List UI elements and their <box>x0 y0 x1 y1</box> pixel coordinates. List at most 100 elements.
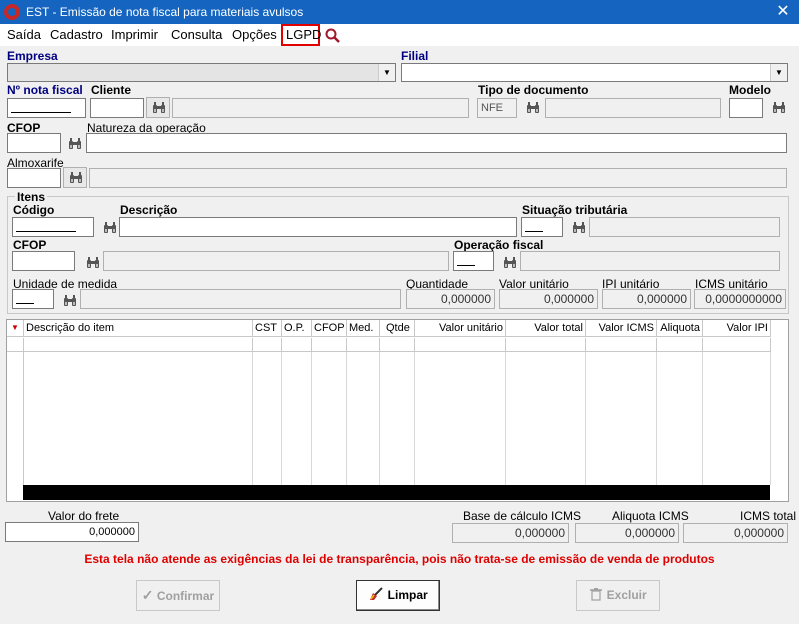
col-descricao[interactable]: Descrição do item <box>24 320 253 337</box>
ipi-unitario-field[interactable]: 0,000000 <box>602 289 691 309</box>
col-cfop[interactable]: CFOP <box>312 320 347 337</box>
situacao-tributaria-input[interactable] <box>521 217 563 237</box>
icms-unitario-field[interactable]: 0,0000000000 <box>694 289 786 309</box>
valor-frete-label: Valor do frete <box>48 509 120 523</box>
grid-column-line <box>282 352 312 485</box>
binoculars-icon[interactable] <box>103 222 117 234</box>
sort-down-icon[interactable]: ▼ <box>7 320 24 337</box>
confirmar-button[interactable]: ✓ Confirmar <box>136 580 220 611</box>
menu-lgpd[interactable]: LGPD <box>281 24 321 46</box>
cliente-code-input[interactable] <box>90 98 144 118</box>
filial-select[interactable]: ▼ <box>401 63 788 82</box>
col-valor-unitario[interactable]: Valor unitário <box>415 320 506 337</box>
operacao-fiscal-label: Operação fiscal <box>454 238 544 252</box>
binoculars-icon[interactable] <box>572 222 586 234</box>
chevron-down-icon[interactable]: ▼ <box>770 64 787 81</box>
cliente-label: Cliente <box>91 83 132 97</box>
operacao-fiscal-input[interactable] <box>453 251 494 271</box>
tipo-documento-desc <box>545 98 721 118</box>
menu-saida[interactable]: Saída <box>7 27 41 42</box>
cliente-search-button[interactable] <box>146 97 170 118</box>
menu-consulta[interactable]: Consulta <box>171 27 222 42</box>
grid-column-line <box>312 352 347 485</box>
excluir-label: Excluir <box>606 588 647 602</box>
grid-column-line <box>506 352 586 485</box>
codigo-input[interactable] <box>12 217 94 237</box>
valor-unitario-field[interactable]: 0,000000 <box>499 289 598 309</box>
almoxarife-search-button[interactable] <box>63 167 87 188</box>
table-cell[interactable] <box>415 338 506 352</box>
cliente-name-field <box>172 98 469 118</box>
excluir-button[interactable]: Excluir <box>576 580 660 611</box>
table-row[interactable] <box>24 338 253 352</box>
icms-total-label: ICMS total <box>740 509 797 523</box>
col-op[interactable]: O.P. <box>282 320 312 337</box>
itens-cfop-input[interactable] <box>12 251 75 271</box>
grid-column-line <box>586 352 657 485</box>
tipo-documento-label: Tipo de documento <box>478 83 589 97</box>
nota-fiscal-input[interactable] <box>7 98 86 118</box>
natureza-input[interactable] <box>86 133 787 153</box>
grid-column-line <box>24 352 253 485</box>
col-med[interactable]: Med. <box>347 320 380 337</box>
col-valor-icms[interactable]: Valor ICMS <box>586 320 657 337</box>
table-cell[interactable] <box>657 338 703 352</box>
limpar-label: Limpar <box>387 588 428 602</box>
items-grid[interactable]: ▼ Descrição do item CST O.P. CFOP Med. Q… <box>6 319 789 502</box>
table-cell[interactable] <box>282 338 312 352</box>
grid-column-line <box>657 352 703 485</box>
menu-opcoes[interactable]: Opções <box>232 27 277 42</box>
modelo-input[interactable] <box>729 98 763 118</box>
binoculars-icon[interactable] <box>772 102 786 114</box>
col-aliquota[interactable]: Aliquota <box>657 320 703 337</box>
icms-total-field: 0,000000 <box>683 523 788 543</box>
binoculars-icon[interactable] <box>86 257 100 269</box>
app-icon <box>4 4 20 20</box>
nota-fiscal-label: Nº nota fiscal <box>7 83 83 97</box>
warning-message: Esta tela não atende as exigências da le… <box>84 552 715 566</box>
unidade-medida-input[interactable] <box>12 289 54 309</box>
close-icon[interactable]: ✕ <box>772 2 794 22</box>
itens-title: Itens <box>15 190 48 204</box>
grid-column-line <box>347 352 380 485</box>
col-cst[interactable]: CST <box>253 320 282 337</box>
quantidade-field[interactable]: 0,000000 <box>406 289 495 309</box>
binoculars-icon[interactable] <box>503 257 517 269</box>
limpar-button[interactable]: Limpar <box>356 580 440 611</box>
chevron-down-icon[interactable]: ▼ <box>378 64 395 81</box>
search-icon[interactable] <box>325 28 340 43</box>
col-valor-total[interactable]: Valor total <box>506 320 586 337</box>
table-cell[interactable] <box>253 338 282 352</box>
empresa-select[interactable]: ▼ <box>7 63 396 82</box>
almoxarife-input[interactable] <box>7 168 61 188</box>
base-icms-field: 0,000000 <box>452 523 569 543</box>
valor-frete-input[interactable]: 0,000000 <box>5 522 139 542</box>
grid-column-line <box>703 352 771 485</box>
check-icon: ✓ <box>141 587 154 603</box>
grid-column-line <box>380 352 415 485</box>
binoculars-icon[interactable] <box>68 138 82 150</box>
binoculars-icon <box>152 102 166 114</box>
grid-column-line <box>7 352 24 485</box>
table-cell[interactable] <box>347 338 380 352</box>
table-cell[interactable] <box>586 338 657 352</box>
tipo-documento-code[interactable]: NFE <box>477 98 517 118</box>
grid-column-line <box>253 352 282 485</box>
binoculars-icon[interactable] <box>526 102 540 114</box>
col-valor-ipi[interactable]: Valor IPI <box>703 320 771 337</box>
table-cell[interactable] <box>703 338 771 352</box>
aliquota-icms-label: Aliquota ICMS <box>612 509 689 523</box>
menu-cadastro[interactable]: Cadastro <box>50 27 103 42</box>
menu-imprimir[interactable]: Imprimir <box>111 27 158 42</box>
unidade-medida-desc <box>80 289 401 309</box>
situacao-tributaria-label: Situação tributária <box>522 203 628 217</box>
grid-footer-bar <box>23 485 770 500</box>
table-cell[interactable] <box>380 338 415 352</box>
binoculars-icon[interactable] <box>63 295 77 307</box>
descricao-input[interactable] <box>119 217 517 237</box>
table-cell[interactable] <box>506 338 586 352</box>
col-qtde[interactable]: Qtde <box>380 320 415 337</box>
table-cell[interactable] <box>312 338 347 352</box>
filial-label: Filial <box>401 49 429 63</box>
cfop-input[interactable] <box>7 133 61 153</box>
